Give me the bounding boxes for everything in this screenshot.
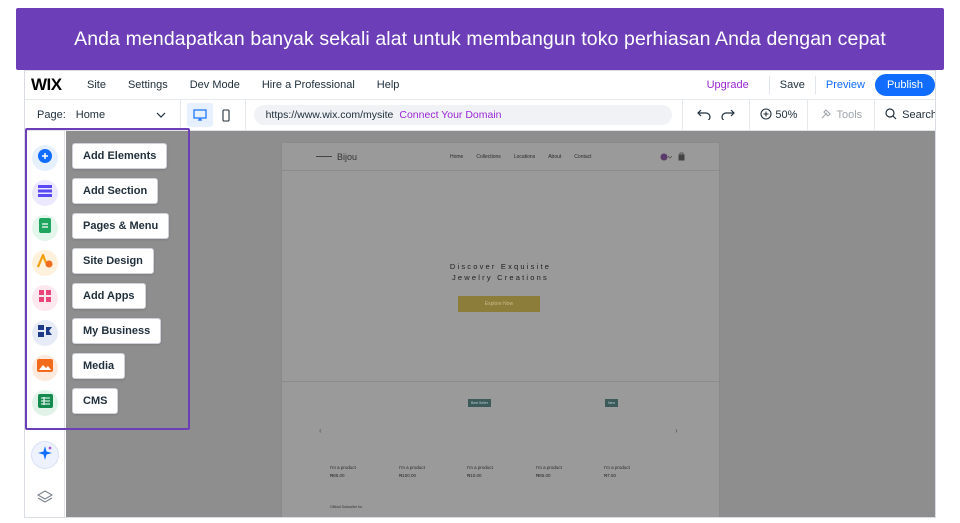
product-card: I'm a product ₦85.00 xyxy=(536,465,562,478)
screenshot: Anda mendapatkan banyak sekali alat untu… xyxy=(0,0,960,523)
page-selector[interactable]: Page: Home xyxy=(25,100,181,130)
product-card: I'm a product ₦85.00 xyxy=(330,465,356,478)
site-preview[interactable]: Bijou Home Collections Locations About C… xyxy=(282,143,719,517)
zoom-control[interactable]: 50% xyxy=(750,100,809,130)
explore-now-button: Explore Now xyxy=(458,296,540,312)
site-nav-collections: Collections xyxy=(476,153,501,160)
add-section-button[interactable]: Add Section xyxy=(72,178,159,204)
tools-icon xyxy=(820,108,832,123)
site-nav-home: Home xyxy=(450,153,464,160)
carousel-next-icon: › xyxy=(675,426,678,435)
menu-help[interactable]: Help xyxy=(377,79,400,91)
highlight-box xyxy=(25,128,190,430)
add-elements-button[interactable]: Add Elements xyxy=(72,143,168,169)
product-card: I'm a product ₦7.50 xyxy=(604,465,630,478)
hero-title-line1: Discover Exquisite xyxy=(449,262,552,271)
editor-canvas[interactable]: Bijou Home Collections Locations About C… xyxy=(66,131,935,517)
url-bar[interactable]: https://www.wix.com/mysite Connect Your … xyxy=(253,105,673,125)
site-nav-contact: Contact xyxy=(574,153,592,160)
site-nav-about: About xyxy=(548,153,562,160)
caption-banner: Anda mendapatkan banyak sekali alat untu… xyxy=(16,8,944,70)
tools-button[interactable]: Tools xyxy=(808,100,876,130)
zoom-value: 50% xyxy=(775,109,798,121)
tools-label: Tools xyxy=(836,109,863,121)
menu-site[interactable]: Site xyxy=(87,79,106,91)
undo-redo-group xyxy=(682,100,751,130)
page-value: Home xyxy=(75,109,106,121)
upgrade-link[interactable]: Upgrade xyxy=(707,79,749,91)
ai-assistant-rail-button[interactable] xyxy=(32,442,58,468)
site-brand: Bijou xyxy=(316,152,400,162)
my-business-button[interactable]: My Business xyxy=(72,318,162,344)
desktop-icon[interactable] xyxy=(186,103,213,127)
pages-menu-button[interactable]: Pages & Menu xyxy=(72,213,170,239)
menu-hire-professional[interactable]: Hire a Professional xyxy=(262,79,355,91)
cart-icon xyxy=(678,152,685,163)
site-footer-note: Official Subscribe for xyxy=(330,505,363,509)
site-nav-links: Home Collections Locations About Contact xyxy=(450,154,592,160)
connect-domain-link[interactable]: Connect Your Domain xyxy=(399,109,501,121)
zoom-in-icon xyxy=(760,107,772,123)
mobile-icon[interactable] xyxy=(213,103,239,127)
search-icon xyxy=(885,107,897,123)
preview-button[interactable]: Preview xyxy=(826,79,865,91)
wix-logo[interactable]: WIX xyxy=(31,75,87,95)
page-label: Page: xyxy=(37,109,66,121)
product-card: I'm a product ₦100.00 xyxy=(399,465,425,478)
save-button[interactable]: Save xyxy=(780,79,805,91)
product-card: I'm a product ₦10.00 xyxy=(467,465,493,478)
add-apps-button[interactable]: Add Apps xyxy=(72,283,146,309)
chevron-down-icon xyxy=(156,110,166,121)
new-badge: New xyxy=(605,399,619,407)
publish-button[interactable]: Publish xyxy=(875,74,935,96)
redo-icon[interactable] xyxy=(721,107,736,123)
layers-icon xyxy=(36,489,54,509)
menu-settings[interactable]: Settings xyxy=(128,79,168,91)
menu-dev-mode[interactable]: Dev Mode xyxy=(190,79,240,91)
site-design-button[interactable]: Site Design xyxy=(72,248,154,274)
cms-button[interactable]: CMS xyxy=(72,388,119,414)
site-header: Bijou Home Collections Locations About C… xyxy=(282,143,719,171)
search-button[interactable]: Search xyxy=(875,107,936,123)
layers-rail-button[interactable] xyxy=(32,486,58,512)
site-nav-icons xyxy=(660,152,685,163)
sparkle-icon xyxy=(37,445,53,466)
media-button[interactable]: Media xyxy=(72,353,126,379)
search-label: Search xyxy=(902,109,936,121)
hero-title-line2: Jewelry Creations xyxy=(451,273,549,282)
account-icon xyxy=(660,153,673,163)
top-bar: WIX Site Settings Dev Mode Hire a Profes… xyxy=(25,71,935,99)
site-nav-locations: Locations xyxy=(513,153,536,160)
undo-icon[interactable] xyxy=(697,107,712,123)
best-seller-badge: Best Seller xyxy=(468,399,491,407)
carousel-prev-icon: ‹ xyxy=(319,426,322,435)
editor-toolbar: Page: Home https://www.wix.com/mysite Co… xyxy=(25,99,936,131)
section-divider xyxy=(282,381,719,382)
device-switcher xyxy=(181,100,246,130)
site-url: https://www.wix.com/mysite xyxy=(265,109,394,121)
